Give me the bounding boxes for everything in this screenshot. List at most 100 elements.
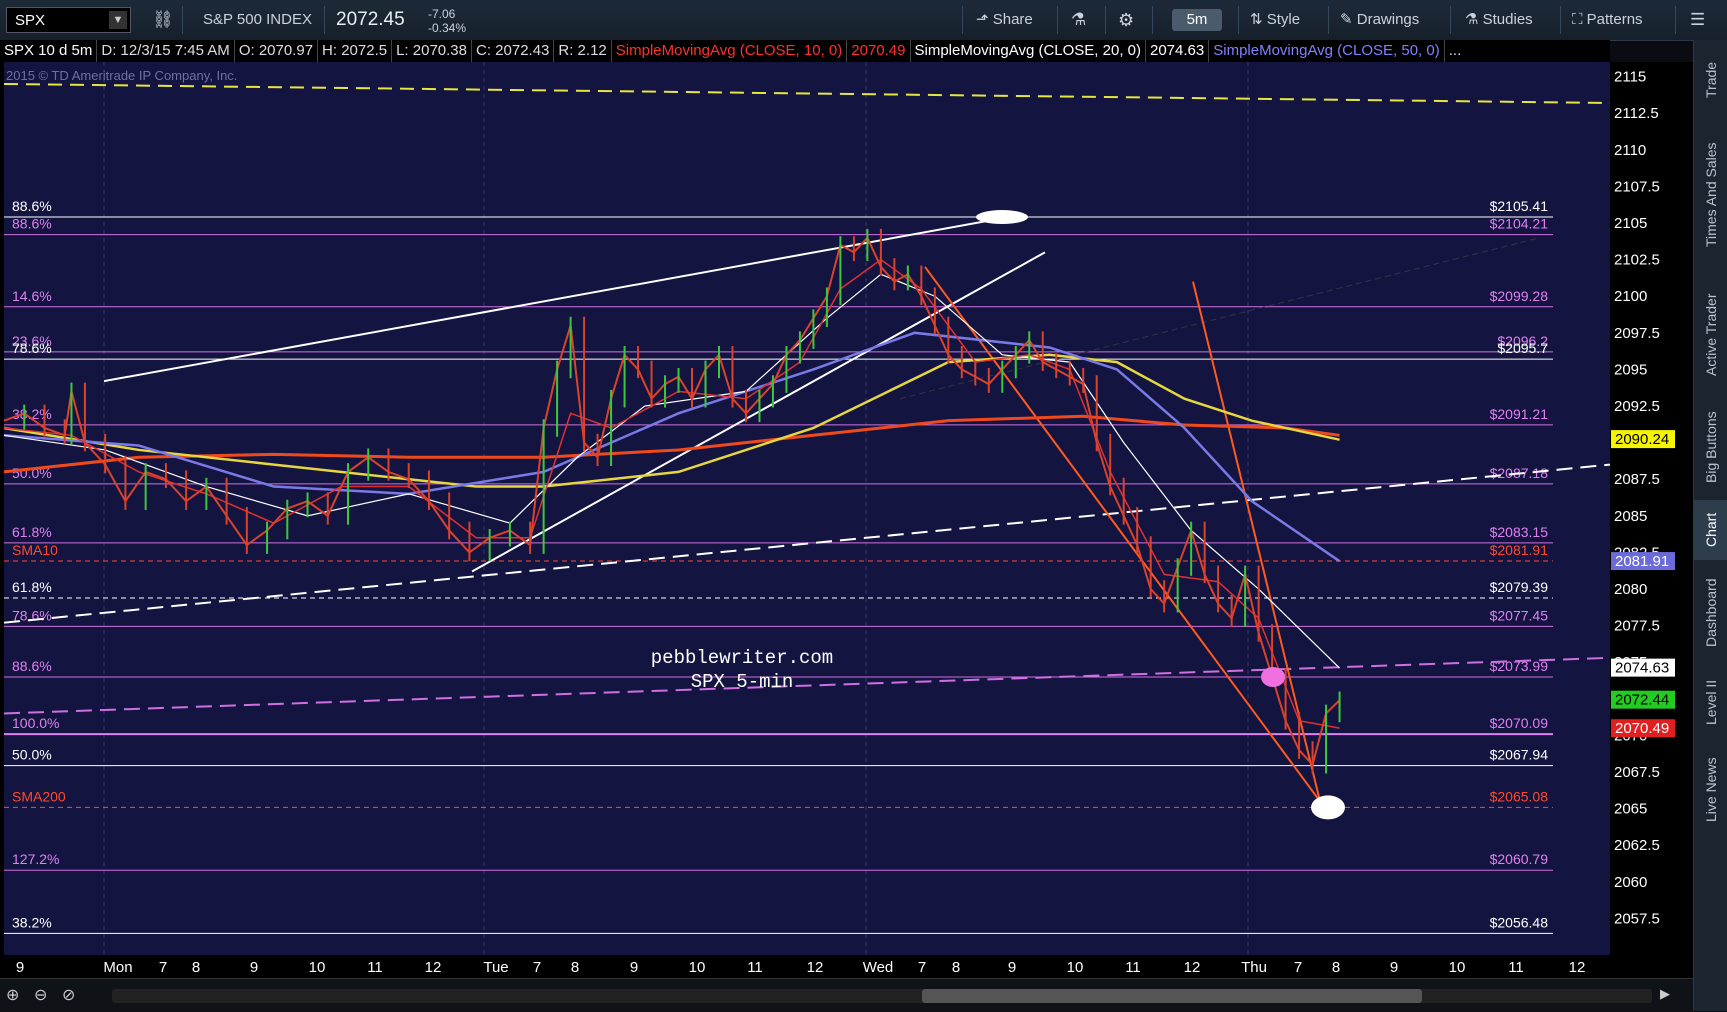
x-tick-label: 11 [747, 959, 763, 976]
divider [1057, 6, 1058, 34]
divider [1450, 6, 1451, 34]
more-studies[interactable]: ... [1445, 40, 1466, 62]
drawings-button[interactable]: ✎ Drawings [1340, 0, 1419, 40]
bar-high: H: 2072.5 [318, 40, 393, 62]
x-tick-label: 8 [1332, 959, 1340, 976]
x-tick-label: 7 [918, 959, 926, 976]
side-tab-level-ii[interactable]: Level II [1694, 665, 1727, 740]
y-tick-label: 2107.5 [1614, 178, 1660, 195]
share-label: Share [992, 11, 1033, 28]
level-right-label: $2095.7 [1497, 340, 1548, 356]
y-tick-label: 2057.5 [1614, 910, 1660, 927]
style-button[interactable]: ⇅ Style [1250, 0, 1300, 40]
level-left-label: 88.6% [12, 198, 52, 214]
x-tick-label: 10 [1067, 959, 1084, 976]
scrollbar-track[interactable] [112, 989, 1652, 1003]
patterns-label: Patterns [1586, 11, 1643, 28]
scrollbar-thumb[interactable] [922, 989, 1422, 1003]
y-tick-label: 2077.5 [1614, 618, 1660, 635]
x-tick-label: 11 [1125, 959, 1141, 976]
side-tab-big-buttons[interactable]: Big Buttons [1694, 400, 1727, 495]
y-tick-label: 2087.5 [1614, 471, 1660, 488]
x-tick-label: 8 [952, 959, 960, 976]
x-tick-label: Wed [863, 959, 894, 976]
divider [324, 6, 325, 34]
side-tab-trade[interactable]: Trade [1694, 45, 1727, 115]
price-tag-label: 2072.44 [1615, 692, 1669, 709]
zoom-reset-icon[interactable]: ⊘ [62, 985, 75, 1005]
divider [182, 6, 183, 34]
y-tick-label: 2092.5 [1614, 398, 1660, 415]
y-tick-label: 2067.5 [1614, 764, 1660, 781]
price-chart[interactable]: 2015 © TD Ameritrade IP Company, Inc. 88.… [0, 62, 1693, 978]
level-left-label: SMA200 [12, 788, 66, 804]
divider [1152, 6, 1153, 34]
level-left-label: 88.6% [12, 658, 52, 674]
divider [1238, 6, 1239, 34]
plot-background [4, 62, 1610, 955]
price-tag-label: 2081.91 [1615, 553, 1669, 570]
watermark-text: pebblewriter.com [651, 647, 833, 669]
level-left-label: SMA10 [12, 542, 58, 558]
y-tick-label: 2110 [1614, 142, 1646, 159]
bottom-scroll-bar: ⊕ ⊖ ⊘ ▶ [0, 978, 1693, 1012]
share-button[interactable]: ⬏ Share [976, 0, 1033, 40]
level-left-label: 61.8% [12, 524, 52, 540]
y-tick-label: 2095 [1614, 361, 1647, 378]
gear-icon[interactable]: ⚙ [1118, 0, 1134, 40]
studies-button[interactable]: ⚗ Studies [1465, 0, 1533, 40]
side-tab-times-and-sales[interactable]: Times And Sales [1694, 120, 1727, 270]
share-icon: ⬏ [976, 11, 993, 28]
x-tick-label: 12 [1569, 959, 1586, 976]
divider [962, 6, 963, 34]
drawings-label: Drawings [1356, 11, 1420, 28]
copyright-text: 2015 © TD Ameritrade IP Company, Inc. [6, 68, 237, 83]
x-tick-label: 7 [533, 959, 541, 976]
side-tab-dashboard[interactable]: Dashboard [1694, 565, 1727, 660]
link-icon[interactable]: ⛓ [152, 0, 174, 40]
level-left-label: 38.2% [12, 914, 52, 930]
sma10-label[interactable]: SimpleMovingAvg (CLOSE, 10, 0) [612, 40, 848, 62]
y-tick-label: 2102.5 [1614, 252, 1660, 269]
y-tick-label: 2097.5 [1614, 325, 1660, 342]
study-info-bar: SPX 10 d 5m D: 12/3/15 7:45 AM O: 2070.97 H… [0, 40, 1610, 62]
level-right-label: $2081.91 [1490, 542, 1549, 558]
style-label: Style [1266, 11, 1301, 28]
x-tick-label: 8 [192, 959, 200, 976]
symbol-dropdown-icon[interactable]: ▼ [109, 11, 127, 29]
x-tick-label: 7 [1294, 959, 1302, 976]
symbol-text: SPX [15, 12, 46, 29]
chart-subtitle: SPX 5-min [691, 671, 794, 693]
symbol-input[interactable]: SPX ▼ [6, 7, 131, 33]
menu-icon[interactable]: ☰ [1690, 0, 1705, 40]
patterns-button[interactable]: ⛶ Patterns [1572, 0, 1643, 40]
bar-range: R: 2.12 [554, 40, 612, 62]
level-left-label: 100.0% [12, 715, 59, 731]
level-left-label: 61.8% [12, 579, 52, 595]
x-tick-label: 9 [630, 959, 638, 976]
level-right-label: $2091.21 [1490, 406, 1549, 422]
pink-marker [1261, 666, 1285, 687]
chart-title: SPX 10 d 5m [0, 40, 98, 62]
sma20-label[interactable]: SimpleMovingAvg (CLOSE, 20, 0) [911, 40, 1146, 62]
side-tab-live-news[interactable]: Live News [1694, 745, 1727, 835]
x-axis-background [0, 955, 1610, 978]
level-right-label: $2070.09 [1490, 715, 1549, 731]
zoom-in-icon[interactable]: ⊕ [6, 985, 19, 1005]
sma10-value: 2070.49 [847, 40, 911, 62]
x-tick-label: 7 [159, 959, 167, 976]
side-tab-chart[interactable]: Chart [1694, 500, 1727, 560]
x-tick-label: 10 [1449, 959, 1466, 976]
y-tick-label: 2100 [1614, 288, 1647, 305]
level-right-label: $2083.15 [1490, 524, 1549, 540]
y-tick-label: 2080 [1614, 581, 1647, 598]
x-tick-label: Thu [1241, 959, 1267, 976]
zoom-out-icon[interactable]: ⊖ [34, 985, 47, 1005]
flask-icon[interactable]: ⚗ [1071, 0, 1086, 40]
x-tick-label: 9 [16, 959, 24, 976]
scroll-right-icon[interactable]: ▶ [1660, 986, 1670, 1002]
y-tick-label: 2112.5 [1614, 105, 1659, 122]
sma50-label[interactable]: SimpleMovingAvg (CLOSE, 50, 0) [1209, 40, 1445, 62]
timeframe-button[interactable]: 5m [1172, 9, 1222, 31]
side-tab-active-trader[interactable]: Active Trader [1694, 275, 1727, 395]
